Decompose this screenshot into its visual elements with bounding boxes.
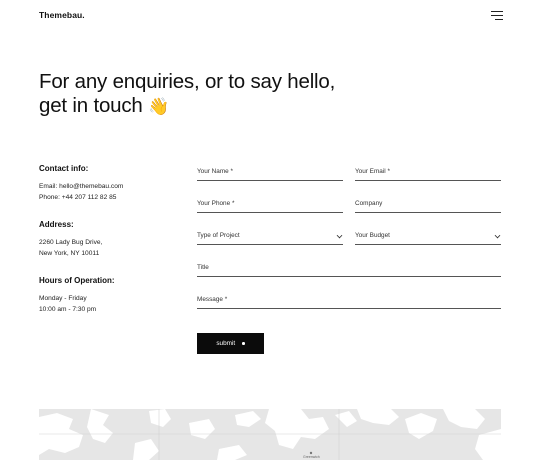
company-field[interactable] <box>355 191 501 213</box>
title-input[interactable] <box>197 264 501 271</box>
hours-time: 10:00 am - 7:30 pm <box>39 305 97 313</box>
map-label: Greenwich <box>303 455 320 459</box>
menu-line <box>491 15 503 17</box>
menu-line <box>495 19 503 21</box>
title-line-2: get in touch <box>39 94 143 117</box>
contact-info-heading: Contact info: <box>39 164 89 173</box>
contact-email: Email: hello@themebau.com <box>39 183 124 190</box>
budget-select[interactable]: Your Budget <box>355 223 501 245</box>
phone-input[interactable] <box>197 200 343 207</box>
email-field[interactable] <box>355 159 501 181</box>
dot-icon <box>242 342 245 345</box>
hamburger-menu-icon[interactable] <box>489 10 503 22</box>
project-type-select[interactable]: Type of Project <box>197 223 343 245</box>
address-line-1: 2260 Lady Bug Drive, <box>39 239 103 246</box>
hours-heading: Hours of Operation: <box>39 276 115 285</box>
map[interactable]: Greenwich <box>39 409 501 460</box>
contact-phone: Phone: +44 207 112 82 85 <box>39 193 117 201</box>
brand-logo[interactable]: Themebau. <box>39 10 85 20</box>
email-input[interactable] <box>355 168 501 175</box>
waving-hand-icon: 👋 <box>148 97 170 116</box>
page-title: For any enquiries, or to say hello, get … <box>39 70 369 119</box>
contact-info-block: Contact info: Email: hello@themebau.com … <box>39 164 179 203</box>
hours-days: Monday - Friday <box>39 295 87 302</box>
menu-line <box>491 11 503 13</box>
title-line-1: For any enquiries, or to say hello, <box>39 70 336 93</box>
address-line-2: New York, NY 10011 <box>39 249 100 257</box>
phone-field[interactable] <box>197 191 343 213</box>
name-input[interactable] <box>197 168 343 175</box>
submit-label: submit <box>216 340 236 347</box>
project-type-label: Type of Project <box>197 232 240 239</box>
name-field[interactable] <box>197 159 343 181</box>
address-block: Address: 2260 Lady Bug Drive, New York, … <box>39 220 179 259</box>
hours-block: Hours of Operation: Monday - Friday 10:0… <box>39 276 179 315</box>
address-heading: Address: <box>39 220 74 229</box>
message-field[interactable] <box>197 287 501 309</box>
company-input[interactable] <box>355 200 501 207</box>
title-field[interactable] <box>197 255 501 277</box>
contact-info-column: Contact info: Email: hello@themebau.com … <box>39 164 179 332</box>
submit-button[interactable]: submit <box>197 333 264 354</box>
message-input[interactable] <box>197 296 501 303</box>
world-map-graphic: Greenwich <box>39 409 501 460</box>
budget-label: Your Budget <box>355 232 390 239</box>
